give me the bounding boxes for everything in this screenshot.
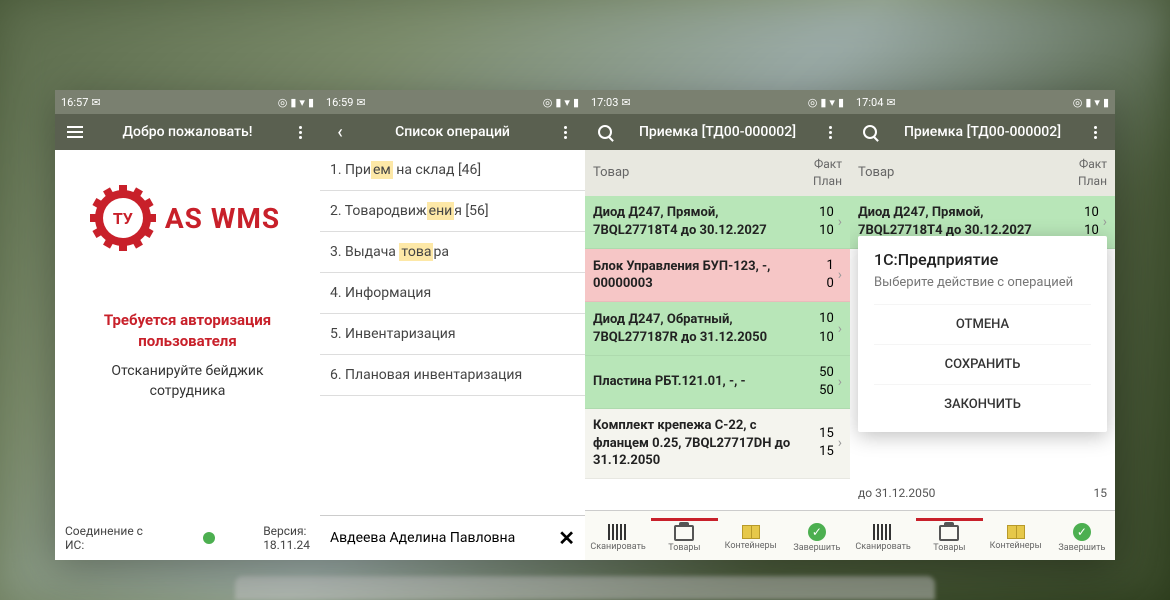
check-icon — [808, 523, 826, 541]
app-bar-title: Добро пожаловать! — [87, 124, 288, 140]
app-bar: Добро пожаловать! — [55, 114, 320, 150]
chevron-right-icon: › — [838, 374, 842, 390]
welcome-footer: Соединение с ИС: Версия: 18.11.24 — [55, 516, 320, 560]
search-button[interactable] — [858, 120, 882, 144]
nav-scan[interactable]: Сканировать — [585, 511, 651, 560]
chevron-right-icon: › — [1103, 214, 1107, 230]
phone-welcome: 16:57 ✉ ◎▮▾▮ Добро пожаловать! — [55, 90, 320, 560]
container-icon — [742, 525, 760, 539]
phone-receiving-modal: 17:04✉ ◎▮▾▮ Приемка [ТД00-000002] Товар … — [850, 90, 1115, 560]
nav-scan[interactable]: Сканировать — [850, 511, 916, 560]
status-bar: 17:04✉ ◎▮▾▮ — [850, 90, 1115, 114]
barcode-icon — [608, 524, 628, 540]
dialog-subtitle: Выберите действие с операцией — [874, 275, 1091, 290]
status-bar: 16:57 ✉ ◎▮▾▮ — [55, 90, 320, 114]
app-bar-title: Список операций — [352, 124, 553, 140]
status-bar: 17:03✉ ◎▮▾▮ — [585, 90, 850, 114]
nav-finish[interactable]: Завершить — [1049, 511, 1115, 560]
overflow-button[interactable] — [288, 120, 312, 144]
user-name: Авдеева Аделина Павловна — [330, 530, 515, 546]
version-block: Версия: 18.11.24 — [263, 524, 310, 552]
auth-required-message: Требуется авторизация пользователя — [55, 310, 320, 352]
chevron-right-icon: › — [838, 435, 842, 451]
scan-instruction: Отсканируйте бейджик сотрудника — [55, 362, 320, 401]
chevron-right-icon: › — [838, 321, 842, 337]
clock: 16:59 — [326, 96, 353, 109]
bottom-nav: Сканировать Товары Контейнеры Завершить — [850, 510, 1115, 560]
operation-item[interactable]: 5. Инвентаризация — [320, 314, 585, 355]
clock: 17:03 — [591, 96, 618, 109]
goods-row[interactable]: Диод Д247, Обратный, 7BQL277187R до 31.1… — [585, 302, 850, 355]
nav-containers[interactable]: Контейнеры — [983, 511, 1049, 560]
goods-table-header: Товар ФактПлан — [850, 150, 1115, 196]
nav-goods[interactable]: Товары — [916, 511, 982, 560]
goods-row[interactable]: Диод Д247, Прямой, 7BQL27718T4 до 30.12.… — [585, 196, 850, 249]
nav-finish[interactable]: Завершить — [784, 511, 850, 560]
app-bar: ‹ Список операций — [320, 114, 585, 150]
goods-list: Диод Д247, Прямой, 7BQL27718T4 до 30.12.… — [585, 196, 850, 510]
operation-item[interactable]: 4. Информация — [320, 273, 585, 314]
clock: 17:04 — [856, 96, 883, 109]
bottom-nav: Сканировать Товары Контейнеры Завершить — [585, 510, 850, 560]
goods-row[interactable]: Блок Управления БУП-123, -, 0000000310› — [585, 249, 850, 302]
hamburger-icon — [67, 126, 83, 138]
connection-label: Соединение с ИС: — [65, 524, 155, 552]
dialog-save-button[interactable]: СОХРАНИТЬ — [874, 344, 1091, 384]
action-dialog: 1С:Предприятие Выберите действие с опера… — [858, 236, 1107, 432]
goods-row[interactable]: Комплект крепежа С-22, с фланцем 0.25, 7… — [585, 409, 850, 479]
search-icon — [863, 125, 877, 139]
app-bar-title: Приемка [ТД00-000002] — [617, 124, 818, 140]
chevron-right-icon: › — [838, 267, 842, 283]
overflow-button[interactable] — [818, 120, 842, 144]
dots-icon — [299, 126, 302, 139]
connection-status-dot — [203, 532, 215, 544]
operations-list: 1. Прием на склад [46]2. Товародвижения … — [320, 150, 585, 515]
dialog-title: 1С:Предприятие — [874, 250, 1091, 269]
search-button[interactable] — [593, 120, 617, 144]
goods-icon — [674, 525, 694, 541]
goods-row-peek: до 31.12.2050 15 — [858, 486, 1107, 500]
operation-item[interactable]: 2. Товародвижения [56] — [320, 191, 585, 232]
search-icon — [598, 125, 612, 139]
nav-containers[interactable]: Контейнеры — [718, 511, 784, 560]
operation-item[interactable]: 1. Прием на склад [46] — [320, 150, 585, 191]
clock: 16:57 — [61, 96, 88, 109]
app-bar: Приемка [ТД00-000002] — [850, 114, 1115, 150]
dialog-finish-button[interactable]: ЗАКОНЧИТЬ — [874, 384, 1091, 424]
phone-screenshots-row: 16:57 ✉ ◎▮▾▮ Добро пожаловать! — [55, 90, 1115, 560]
mail-icon: ✉ — [356, 96, 365, 109]
dialog-cancel-button[interactable]: ОТМЕНА — [874, 304, 1091, 344]
user-footer: Авдеева Аделина Павловна ✕ — [320, 515, 585, 560]
goods-row[interactable]: Пластина РБТ.121.01, -, -5050› — [585, 356, 850, 409]
back-icon: ‹ — [337, 122, 343, 143]
operation-item[interactable]: 6. Плановая инвентаризация — [320, 355, 585, 396]
brand-name: AS WMS — [165, 202, 280, 235]
chevron-right-icon: › — [838, 214, 842, 230]
nav-goods[interactable]: Товары — [651, 511, 717, 560]
back-button[interactable]: ‹ — [328, 120, 352, 144]
logo-text: ТУ — [103, 198, 143, 238]
welcome-content: ТУ AS WMS Требуется авторизация пользова… — [55, 150, 320, 560]
overflow-button[interactable] — [1083, 120, 1107, 144]
phone-receiving: 17:03✉ ◎▮▾▮ Приемка [ТД00-000002] Товар … — [585, 90, 850, 560]
app-bar: Приемка [ТД00-000002] — [585, 114, 850, 150]
app-bar-title: Приемка [ТД00-000002] — [882, 124, 1083, 140]
close-button[interactable]: ✕ — [558, 526, 575, 550]
modal-backdrop: Диод Д247, Прямой, 7BQL27718T4 до 30.12.… — [850, 196, 1115, 510]
status-right-icons: ◎▮▾▮ — [278, 96, 314, 109]
status-bar: 16:59✉ ◎▮▾▮ — [320, 90, 585, 114]
macos-dock-blur — [235, 576, 935, 600]
overflow-button[interactable] — [553, 120, 577, 144]
logo-gear: ТУ — [95, 190, 151, 246]
menu-button[interactable] — [63, 120, 87, 144]
mail-icon: ✉ — [91, 96, 100, 109]
goods-table-header: Товар Факт План — [585, 150, 850, 196]
operation-item[interactable]: 3. Выдача товара — [320, 232, 585, 273]
phone-operations: 16:59✉ ◎▮▾▮ ‹ Список операций 1. Прием н… — [320, 90, 585, 560]
